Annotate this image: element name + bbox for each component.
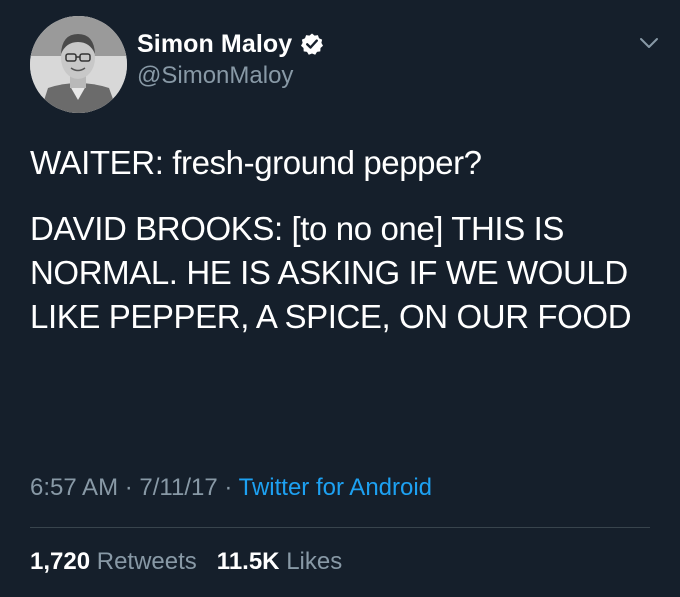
tweet-date[interactable]: 7/11/17 [139, 474, 217, 501]
display-name-row: Simon Maloy [137, 28, 324, 60]
verified-badge-icon [300, 32, 324, 56]
avatar[interactable] [30, 16, 127, 113]
tweet-text-paragraph-2: DAVID BROOKS: [to no one] THIS IS NORMAL… [30, 210, 632, 335]
retweets-label: Retweets [96, 548, 197, 575]
tweet-header: Simon Maloy @SimonMaloy [30, 16, 660, 116]
chevron-down-icon[interactable] [638, 32, 660, 54]
meta-separator: · [224, 474, 233, 501]
likes-stat[interactable]: 11.5K Likes [217, 548, 342, 575]
profile-photo [30, 16, 127, 113]
handle: @SimonMaloy [137, 62, 294, 89]
tweet-source-link[interactable]: Twitter for Android [239, 474, 432, 501]
likes-label: Likes [286, 548, 343, 575]
tweet-time: 6:57 AM [30, 474, 119, 501]
display-name[interactable]: Simon Maloy [137, 30, 292, 59]
likes-count: 11.5K [216, 548, 280, 575]
tweet-card: Simon Maloy @SimonMaloy WAITER: fresh-gr… [0, 0, 680, 597]
divider [30, 527, 650, 528]
tweet-stats: 1,720 Retweets 11.5K Likes [30, 548, 342, 576]
meta-separator: · [124, 474, 133, 501]
tweet-text-paragraph-1: WAITER: fresh-ground pepper? [30, 144, 482, 181]
author-names[interactable]: Simon Maloy @SimonMaloy [137, 28, 324, 90]
retweets-stat[interactable]: 1,720 Retweets [30, 548, 203, 575]
tweet-meta: 6:57 AM · 7/11/17 · Twitter for Android [30, 474, 432, 502]
retweets-count: 1,720 [30, 548, 91, 575]
